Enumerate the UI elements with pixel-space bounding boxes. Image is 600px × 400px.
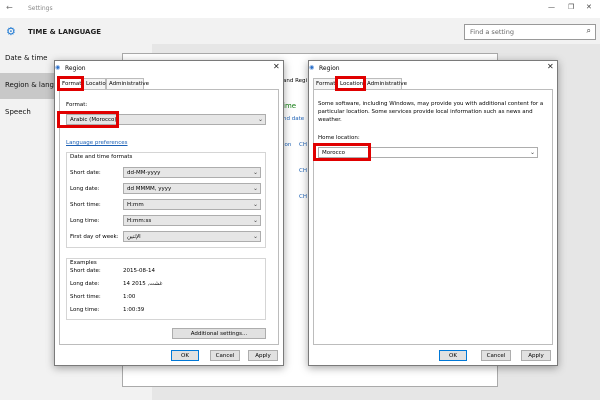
gear-icon: ⚙: [6, 25, 16, 38]
chevron-down-icon: ⌄: [252, 217, 258, 224]
example-long-time-label: Long time:: [70, 307, 100, 313]
close-icon[interactable]: ✕: [547, 62, 554, 71]
long-date-dropdown[interactable]: dd MMMM, yyyy ⌄: [123, 183, 261, 194]
examples-group: Examples Short date: 2015-08-14 Long dat…: [66, 258, 266, 320]
highlight-location-tab: [335, 76, 366, 91]
example-short-date-label: Short date:: [70, 268, 101, 274]
chevron-down-icon: ⌄: [252, 233, 258, 240]
chevron-down-icon: ⌄: [252, 169, 258, 176]
chevron-down-icon: ⌄: [252, 201, 258, 208]
group-label: Examples: [70, 260, 97, 266]
ok-button[interactable]: OK: [171, 350, 199, 361]
dialog-title: Region: [65, 65, 86, 72]
example-long-time-value: 1:00:39: [123, 307, 145, 313]
apply-button[interactable]: Apply: [248, 350, 278, 361]
ok-button[interactable]: OK: [439, 350, 467, 361]
page-title: TIME & LANGUAGE: [28, 28, 102, 36]
chevron-down-icon: ⌄: [252, 185, 258, 192]
short-time-dropdown[interactable]: H:mm ⌄: [123, 199, 261, 210]
back-arrow-icon[interactable]: ←: [6, 3, 13, 12]
chevron-down-icon: ⌄: [529, 149, 535, 156]
example-short-time-value: 1:00: [123, 294, 136, 300]
long-time-label: Long time:: [70, 218, 100, 224]
cancel-button[interactable]: Cancel: [481, 350, 511, 361]
region-dialog-formats: ◉ Region ✕ Formats Location Administrati…: [54, 60, 284, 366]
format-label: Format:: [66, 102, 88, 108]
sidebar-item-label: Speech: [5, 108, 31, 116]
chevron-down-icon: ⌄: [257, 116, 263, 123]
additional-settings-button[interactable]: Additional settings...: [172, 328, 266, 339]
bg-fragment: CH: [299, 194, 307, 200]
maximize-icon[interactable]: ❐: [568, 3, 574, 11]
search-input[interactable]: Find a setting ⌕: [464, 24, 596, 40]
close-icon[interactable]: ✕: [586, 3, 592, 11]
bg-fragment: CH: [299, 142, 307, 148]
highlight-format-dropdown: [57, 111, 119, 128]
tab-administrative[interactable]: Administrative: [364, 78, 407, 89]
region-dialog-location: ◉ Region ✕ Formats Location Administrati…: [308, 60, 558, 366]
search-placeholder: Find a setting: [470, 28, 514, 36]
cancel-button[interactable]: Cancel: [210, 350, 240, 361]
sidebar-item-label: Date & time: [5, 54, 48, 62]
tab-formats[interactable]: Formats: [313, 78, 338, 89]
tab-location[interactable]: Location: [83, 78, 109, 89]
settings-titlebar: ← Settings — ❐ ✕: [0, 0, 600, 18]
highlight-home-location: [313, 143, 371, 161]
bg-fragment: ion: [283, 142, 292, 148]
example-short-time-label: Short time:: [70, 294, 101, 300]
first-day-dropdown[interactable]: الإثنين ⌄: [123, 231, 261, 242]
short-time-label: Short time:: [70, 202, 101, 208]
location-panel: Some software, including Windows, may pr…: [313, 89, 553, 345]
date-time-formats-group: Date and time formats Short date: dd-MM-…: [66, 152, 266, 248]
globe-icon: ◉: [55, 64, 61, 71]
globe-icon: ◉: [309, 64, 315, 71]
language-preferences-link[interactable]: Language preferences: [66, 140, 128, 146]
long-date-label: Long date:: [70, 186, 100, 192]
bg-fragment: CH: [299, 168, 307, 174]
location-description: Some software, including Windows, may pr…: [318, 101, 544, 123]
bg-fragment: ime: [283, 102, 297, 110]
dialog-title: Region: [319, 65, 340, 72]
example-long-date-value: 14 غشت, 2015: [123, 281, 163, 287]
highlight-formats-tab: [57, 76, 84, 91]
example-long-date-label: Long date:: [70, 281, 100, 287]
app-title: Settings: [28, 5, 53, 12]
short-date-dropdown[interactable]: dd-MM-yyyy ⌄: [123, 167, 261, 178]
bg-fragment: and Regi: [283, 78, 308, 84]
apply-button[interactable]: Apply: [521, 350, 551, 361]
group-label: Date and time formats: [70, 154, 133, 160]
bg-fragment: nd date: [283, 116, 305, 122]
first-day-label: First day of week:: [70, 234, 119, 240]
long-time-dropdown[interactable]: H:mm:ss ⌄: [123, 215, 261, 226]
short-date-label: Short date:: [70, 170, 101, 176]
sidebar-item-label: Region & langu: [5, 81, 59, 89]
minimize-icon[interactable]: —: [548, 3, 555, 11]
close-icon[interactable]: ✕: [273, 62, 280, 71]
example-short-date-value: 2015-08-14: [123, 268, 155, 274]
home-location-label: Home location:: [318, 135, 360, 141]
search-icon[interactable]: ⌕: [587, 26, 591, 36]
tab-administrative[interactable]: Administrative: [106, 78, 149, 89]
